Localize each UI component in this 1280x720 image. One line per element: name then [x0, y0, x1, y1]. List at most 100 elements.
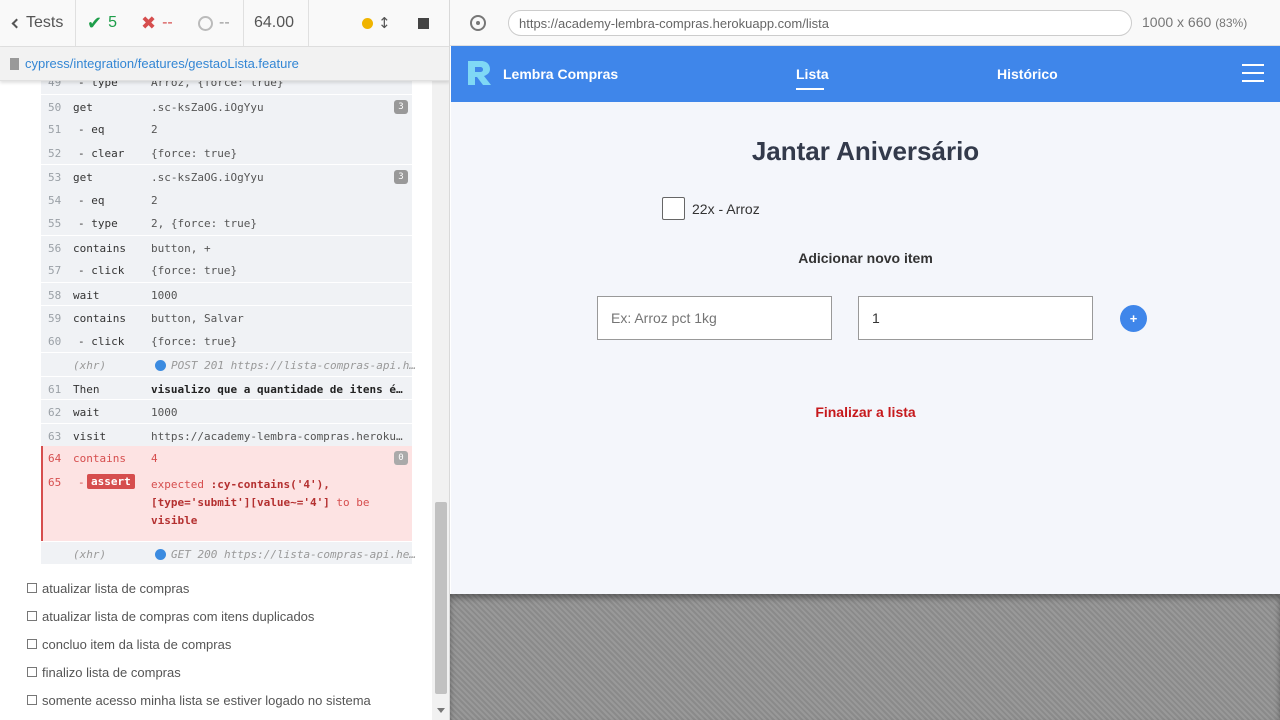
command-number: 62 — [48, 406, 62, 419]
reporter-header: Tests ✔ 5 ✖ -- -- 64.00 ↕ — [0, 0, 449, 47]
command-message: 1000 — [151, 406, 178, 419]
status-dot-icon — [362, 17, 373, 29]
element-count-badge: 3 — [394, 99, 408, 114]
command-number: 49 — [48, 81, 62, 89]
xhr-row[interactable]: (xhr) GET 200 https://lista-compras-api.h… — [41, 540, 419, 565]
stop-button[interactable] — [418, 0, 429, 46]
command-number: 52 — [48, 146, 62, 160]
command-number: 64 — [48, 452, 62, 465]
assert-text-expected: expected — [151, 477, 211, 491]
selector-playground-button[interactable] — [470, 15, 486, 31]
item-checkbox[interactable] — [662, 197, 685, 220]
scroll-down-icon[interactable] — [437, 708, 445, 713]
duration: 64.00 — [254, 14, 295, 31]
test-item[interactable]: finalizo lista de compras — [27, 662, 181, 682]
menu-icon[interactable] — [1242, 64, 1264, 82]
navbar: Lembra Compras Lista Histórico — [451, 46, 1280, 102]
scroll-arrows-icon: ↕ — [378, 14, 391, 32]
command-log: 49 - type Arroz, {force: true} 50 get .sc-ksZ… — [0, 81, 432, 720]
command-message: Arroz, {force: true} — [151, 81, 284, 89]
logo-r-icon[interactable] — [465, 59, 493, 87]
command-row[interactable]: 60 - click {force: true} — [41, 329, 412, 353]
test-status-box — [27, 695, 37, 705]
passed-count: ✔ 5 — [87, 12, 117, 34]
item-label: 22x - Arroz — [692, 201, 760, 217]
assert-tag: assert — [87, 473, 135, 489]
brand-name[interactable]: Lembra Compras — [503, 66, 618, 82]
command-number: 60 — [48, 334, 62, 348]
assert-text-selector: :cy-contains('4'), — [210, 477, 330, 491]
cross-icon: ✖ — [141, 12, 157, 34]
list-title: Jantar Aniversário — [751, 136, 980, 166]
command-name: get — [73, 171, 93, 184]
command-name: wait — [73, 288, 100, 302]
finalize-list-link[interactable]: Finalizar a lista — [451, 404, 1280, 420]
command-row[interactable]: 49 - type Arroz, {force: true} — [41, 81, 412, 94]
command-name: contains — [73, 241, 126, 255]
command-number: 61 — [48, 382, 62, 396]
test-item[interactable]: atualizar lista de compras — [27, 578, 189, 598]
command-number: 63 — [48, 429, 62, 443]
nav-link-lista[interactable]: Lista — [796, 66, 829, 82]
command-name: contains — [73, 452, 126, 465]
command-row[interactable]: 62 wait 1000 — [41, 399, 412, 423]
command-message: POST 201 https://lista-compras-api.herok… — [171, 359, 419, 372]
command-number: 53 — [48, 171, 62, 184]
command-message: 2 — [151, 123, 158, 136]
command-number: 59 — [48, 312, 62, 325]
command-name: - type — [78, 217, 118, 230]
spec-path: cypress/integration/features/gestaoLista… — [25, 56, 299, 71]
command-message: https://academy-lembra-compras.herokuapp… — [151, 429, 406, 443]
command-number: 50 — [48, 100, 62, 114]
back-to-tests-button[interactable]: Tests — [10, 0, 63, 46]
xhr-status-icon — [155, 360, 166, 371]
spec-path-bar[interactable]: cypress/integration/features/gestaoLista… — [0, 47, 449, 81]
command-message: button, Salvar — [151, 312, 244, 325]
assert-row[interactable]: 65 - assert expected :cy-contains('4'), [typ… — [43, 470, 412, 541]
command-number: 57 — [48, 264, 62, 277]
test-item[interactable]: atualizar lista de compras com itens dup… — [27, 606, 314, 626]
url-bar[interactable]: https://academy-lembra-compras.herokuapp… — [508, 10, 1132, 36]
scroll-thumb[interactable] — [435, 502, 447, 694]
auto-scroll-toggle[interactable]: ↕ — [362, 0, 391, 46]
command-row[interactable]: 54 - eq 2 — [41, 188, 412, 212]
nav-link-historico[interactable]: Histórico — [997, 66, 1058, 82]
command-name: - click — [78, 334, 125, 348]
command-name: - eq — [78, 193, 105, 207]
command-name: Then — [73, 382, 100, 396]
item-quantity-input[interactable] — [858, 296, 1093, 340]
command-row[interactable]: 56 contains button, + — [41, 234, 412, 259]
reporter-scrollbar[interactable] — [432, 47, 449, 720]
failed-command-row[interactable]: 64 contains 4 0 — [43, 446, 412, 470]
command-row[interactable]: 63 visit https://academy-lembra-compras.he… — [41, 422, 412, 447]
command-message: .sc-ksZaOG.iOgYyu — [151, 171, 264, 184]
viewport-info[interactable]: 1000 x 660 (83%) — [1142, 14, 1247, 30]
check-icon: ✔ — [87, 12, 103, 34]
test-item[interactable]: somente acesso minha lista se estiver lo… — [27, 690, 371, 710]
item-name-input[interactable] — [597, 296, 832, 340]
command-message: 1000 — [151, 288, 178, 302]
xhr-row[interactable]: (xhr) POST 201 https://lista-compras-api.… — [41, 352, 419, 376]
command-name: - click — [78, 264, 125, 277]
command-row[interactable]: 51 - eq 2 — [41, 117, 412, 141]
command-message: GET 200 https://lista-compras-api.heroku… — [171, 547, 419, 561]
command-message: 2, {force: true} — [151, 217, 257, 230]
command-row[interactable]: 50 get .sc-ksZaOG.iOgYyu 3 — [41, 93, 412, 118]
command-row[interactable]: 52 - clear {force: true} — [41, 141, 412, 165]
command-row[interactable]: 53 get .sc-ksZaOG.iOgYyu 3 — [41, 164, 412, 188]
command-row[interactable]: 61 Then visualizo que a quantidade de iten… — [41, 375, 412, 400]
command-row[interactable]: 55 - type 2, {force: true} — [41, 211, 412, 235]
failed-command-group: 64 contains 4 0 65 - assert expected :cy-contai… — [41, 446, 412, 541]
command-row[interactable]: 58 wait 1000 — [41, 281, 412, 306]
command-message: visualizo que a quantidade de itens é 4 — [151, 382, 406, 396]
command-name: visit — [73, 429, 107, 443]
add-item-button[interactable]: + — [1120, 305, 1147, 332]
assert-text-visible: visible — [151, 513, 198, 527]
command-number: 55 — [48, 217, 62, 230]
command-name: - type — [78, 81, 118, 89]
command-row[interactable]: 59 contains button, Salvar — [41, 305, 412, 329]
command-name: wait — [73, 406, 100, 419]
test-status-box — [27, 583, 37, 593]
command-row[interactable]: 57 - click {force: true} — [41, 258, 412, 282]
test-item[interactable]: concluo item da lista de compras — [27, 634, 231, 654]
